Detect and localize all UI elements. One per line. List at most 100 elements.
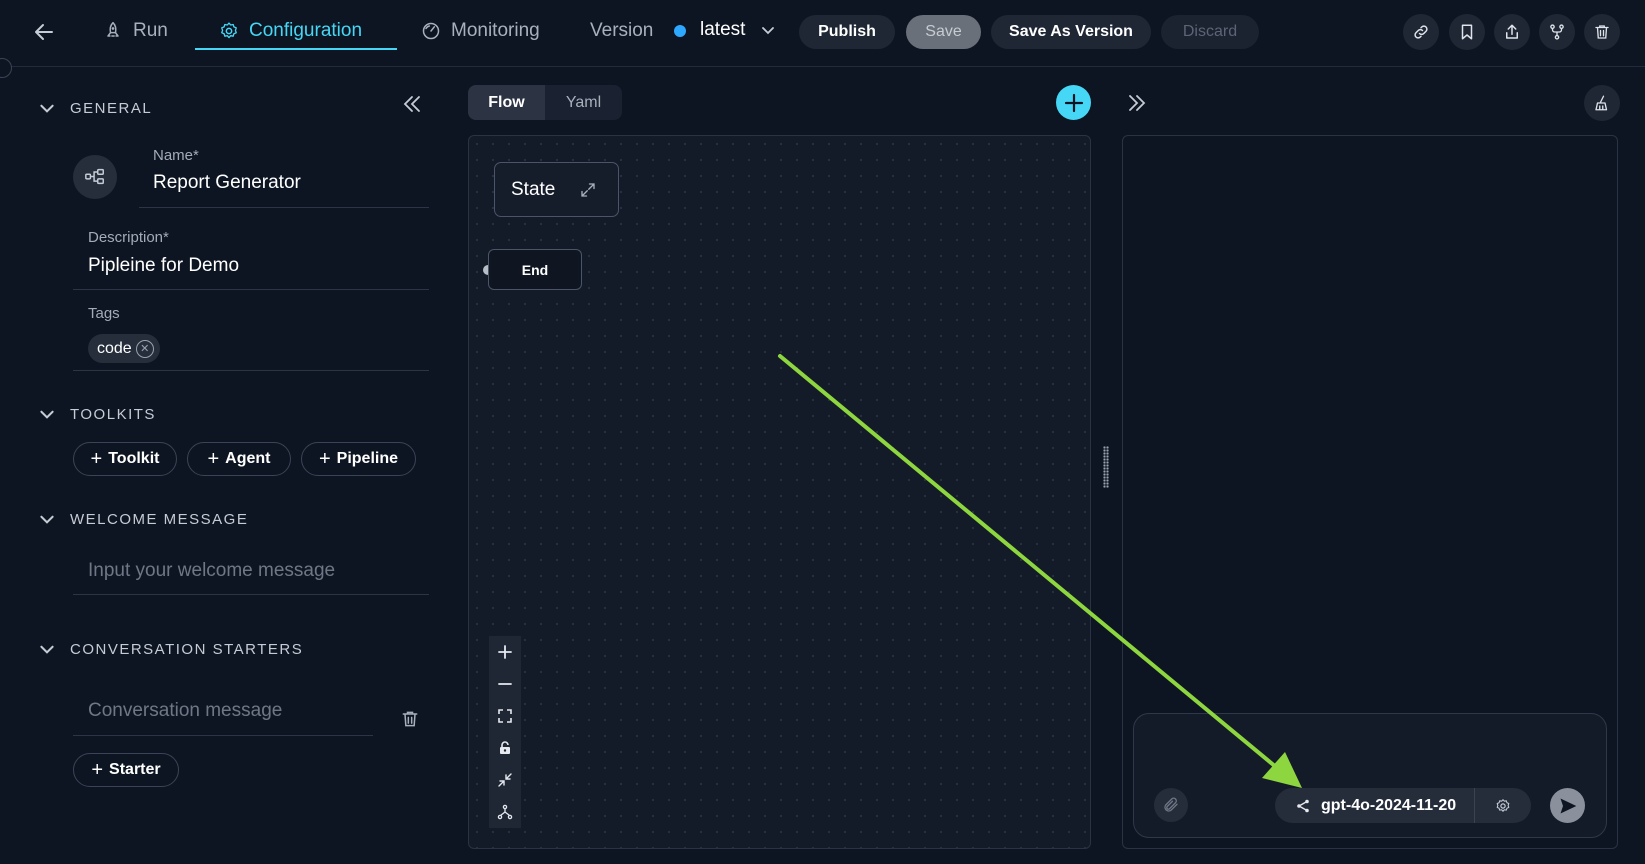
model-settings-button[interactable]	[1475, 788, 1531, 823]
tab-monitoring[interactable]: Monitoring	[421, 6, 540, 56]
section-welcome-title: WELCOME MESSAGE	[70, 510, 249, 528]
rocket-icon	[103, 21, 123, 41]
section-welcome-header[interactable]: WELCOME MESSAGE	[38, 510, 248, 528]
gear-icon	[219, 21, 239, 41]
tab-flow[interactable]: Flow	[468, 85, 545, 120]
tags-label: Tags	[88, 305, 120, 322]
panel-resize-handle[interactable]	[1103, 446, 1109, 488]
section-starters-title: CONVERSATION STARTERS	[70, 640, 304, 658]
bookmark-button[interactable]	[1449, 14, 1485, 50]
chevron-down-icon[interactable]	[760, 22, 776, 38]
lock-icon[interactable]	[489, 732, 521, 764]
fork-button[interactable]	[1539, 14, 1575, 50]
gear-icon	[1495, 798, 1511, 814]
chevron-down-icon	[38, 640, 56, 658]
model-name: gpt-4o-2024-11-20	[1321, 796, 1457, 814]
plus-icon: +	[207, 448, 220, 470]
tag-label: code	[97, 339, 132, 357]
name-input[interactable]: Report Generator	[153, 172, 301, 194]
add-pipeline-label: Pipeline	[336, 450, 399, 467]
expand-icon[interactable]	[579, 181, 597, 199]
save-button[interactable]: Save	[906, 15, 981, 49]
send-button[interactable]	[1550, 788, 1585, 823]
broom-icon	[1593, 94, 1611, 112]
save-as-version-button[interactable]: Save As Version	[991, 15, 1151, 49]
add-starter-label: Starter	[109, 761, 161, 778]
tag-chip: code ✕	[88, 334, 160, 363]
delete-button[interactable]	[1584, 14, 1620, 50]
chevron-down-icon	[38, 99, 56, 117]
pipeline-avatar[interactable]	[73, 155, 117, 199]
flow-canvas[interactable]	[468, 135, 1091, 849]
starter-underline	[73, 735, 373, 736]
welcome-message-input[interactable]: Input your welcome message	[88, 560, 335, 582]
end-node[interactable]: End	[488, 249, 582, 290]
add-node-button[interactable]	[1056, 85, 1091, 120]
fork-icon	[1548, 23, 1566, 41]
expand-panel-icon[interactable]	[1125, 91, 1149, 115]
add-agent-label: Agent	[225, 450, 271, 467]
plus-icon: +	[91, 759, 104, 781]
state-node[interactable]: State	[494, 162, 619, 217]
pipeline-icon	[84, 166, 106, 188]
version-label: Version	[590, 20, 654, 41]
back-arrow-icon[interactable]	[32, 20, 56, 44]
add-starter-button[interactable]: + Starter	[73, 753, 179, 787]
bookmark-icon	[1458, 23, 1476, 41]
publish-button[interactable]: Publish	[799, 15, 895, 49]
plus-icon: +	[90, 448, 103, 470]
export-button[interactable]	[1494, 14, 1530, 50]
tab-run-label: Run	[133, 20, 168, 41]
collapse-icon[interactable]	[489, 764, 521, 796]
section-general-title: GENERAL	[70, 99, 153, 117]
conversation-message-input[interactable]: Conversation message	[88, 700, 282, 722]
version-select[interactable]: latest	[700, 19, 745, 41]
paperclip-icon	[1162, 796, 1180, 814]
tab-run[interactable]: Run	[103, 6, 168, 56]
description-input[interactable]: Pipleine for Demo	[88, 255, 239, 277]
share-icon	[1503, 23, 1521, 41]
trash-icon[interactable]	[400, 709, 420, 729]
section-general-header[interactable]: GENERAL	[38, 99, 152, 117]
plus-icon	[1063, 92, 1085, 114]
trash-icon	[1593, 23, 1611, 41]
gauge-icon	[421, 21, 441, 41]
state-node-label: State	[511, 178, 556, 200]
version-status-dot	[674, 25, 686, 37]
view-toggle: Flow Yaml	[468, 85, 622, 120]
share-nodes-icon	[1295, 798, 1311, 814]
active-tab-indicator	[195, 48, 397, 50]
zoom-in-icon[interactable]	[489, 636, 521, 668]
remove-tag-icon[interactable]: ✕	[135, 339, 154, 358]
fit-view-icon[interactable]	[489, 700, 521, 732]
add-pipeline-button[interactable]: + Pipeline	[301, 442, 416, 476]
chevron-down-icon	[38, 405, 56, 423]
link-icon	[1412, 23, 1430, 41]
tags-underline	[73, 370, 429, 371]
zoom-out-icon[interactable]	[489, 668, 521, 700]
description-label: Description*	[88, 229, 169, 246]
plus-icon: +	[318, 448, 331, 470]
tab-yaml[interactable]: Yaml	[545, 85, 622, 120]
top-bar: Run Configuration Monitoring Version lat…	[0, 0, 1645, 67]
copy-link-button[interactable]	[1403, 14, 1439, 50]
chevron-down-icon	[38, 510, 56, 528]
send-icon	[1558, 796, 1578, 816]
add-agent-button[interactable]: + Agent	[187, 442, 291, 476]
collapse-panel-icon[interactable]	[400, 92, 424, 116]
section-toolkits-header[interactable]: TOOLKITS	[38, 405, 156, 423]
name-underline	[139, 207, 429, 208]
clear-chat-button[interactable]	[1584, 85, 1620, 121]
section-starters-header[interactable]: CONVERSATION STARTERS	[38, 640, 303, 658]
model-selector[interactable]: gpt-4o-2024-11-20	[1275, 788, 1531, 823]
model-select-button[interactable]: gpt-4o-2024-11-20	[1275, 788, 1475, 823]
tab-monitoring-label: Monitoring	[451, 20, 540, 41]
description-underline	[73, 289, 429, 290]
section-toolkits-title: TOOLKITS	[70, 405, 156, 423]
discard-button[interactable]: Discard	[1161, 15, 1259, 49]
layout-icon[interactable]	[489, 796, 521, 828]
add-toolkit-label: Toolkit	[108, 450, 160, 467]
welcome-underline	[73, 594, 429, 595]
attach-button[interactable]	[1154, 788, 1188, 822]
add-toolkit-button[interactable]: + Toolkit	[73, 442, 177, 476]
